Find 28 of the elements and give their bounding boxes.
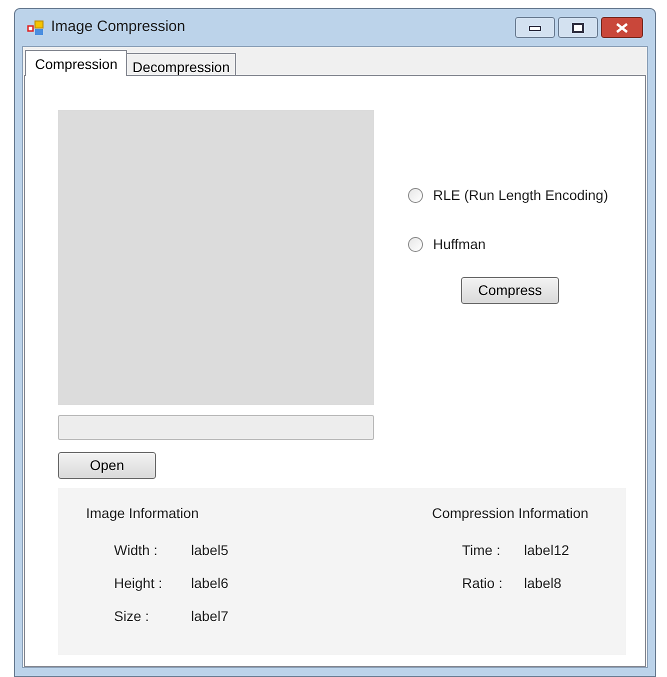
maximize-button[interactable] [558, 17, 598, 38]
field-value: label12 [524, 541, 570, 560]
minimize-button[interactable] [515, 17, 555, 38]
radio-button[interactable] [408, 188, 423, 203]
restore-icon [572, 22, 584, 32]
window-title: Image Compression [51, 17, 186, 38]
field-value: label5 [191, 541, 228, 560]
minimize-icon [529, 24, 541, 30]
close-button[interactable] [601, 17, 643, 38]
tab[interactable]: Decompression [126, 53, 236, 75]
close-icon [616, 22, 628, 32]
radio-button[interactable] [408, 237, 423, 252]
field-label: Time : [462, 541, 502, 560]
field-label: Size : [114, 607, 150, 626]
radio-label: Huffman [433, 235, 486, 254]
field-label: Ratio : [462, 574, 504, 593]
compress-button[interactable]: Compress [461, 277, 559, 304]
section-title: Compression Information [432, 504, 588, 523]
radio-label: RLE (Run Length Encoding) [433, 186, 608, 205]
field-value: label6 [191, 574, 228, 593]
section-title: Image Information [86, 504, 200, 523]
field-label: Height : [114, 574, 164, 593]
open-button[interactable]: Open [58, 452, 156, 479]
app-icon [27, 20, 45, 36]
field-value: label8 [524, 574, 562, 593]
field-label: Width : [114, 541, 159, 560]
tab[interactable]: Compression [25, 50, 128, 76]
field-value: label7 [191, 607, 228, 626]
